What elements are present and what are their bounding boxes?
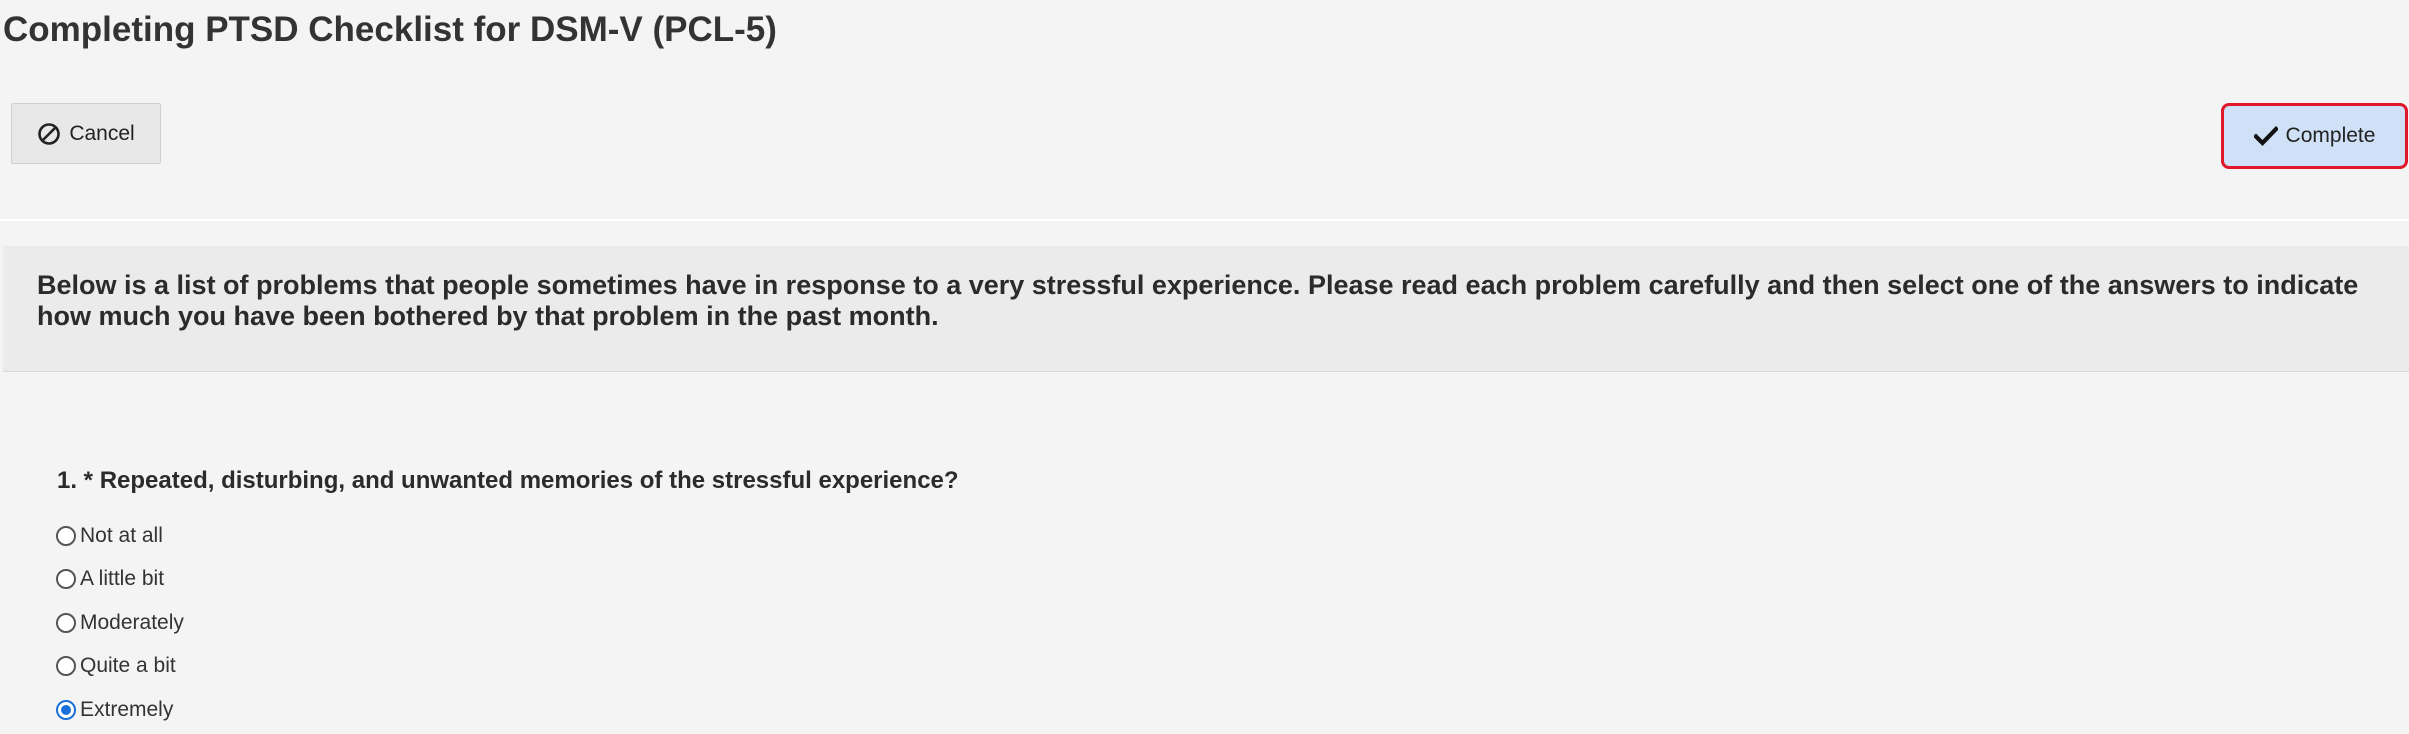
complete-button[interactable]: Complete xyxy=(2221,103,2408,169)
option-label: Quite a bit xyxy=(80,654,176,678)
radio-button[interactable] xyxy=(56,569,76,590)
ban-icon xyxy=(37,122,61,146)
option-not-at-all[interactable]: Not at all xyxy=(56,514,184,558)
radio-button[interactable] xyxy=(56,525,76,546)
instructions-text: Below is a list of problems that people … xyxy=(37,270,2359,331)
header-divider xyxy=(0,219,2409,221)
question-1-options: Not at all A little bit Moderately Quite… xyxy=(56,514,184,732)
cancel-button-label: Cancel xyxy=(69,121,135,145)
option-label: Moderately xyxy=(80,610,184,634)
toolbar: Cancel Complete xyxy=(0,0,2409,220)
option-label: Extremely xyxy=(80,697,174,721)
option-label: A little bit xyxy=(80,567,165,591)
option-moderately[interactable]: Moderately xyxy=(56,601,184,645)
cancel-button[interactable]: Cancel xyxy=(11,103,161,164)
checkmark-icon xyxy=(2253,126,2278,146)
radio-button[interactable] xyxy=(56,612,76,633)
radio-button-selected[interactable] xyxy=(56,699,76,720)
question-1-text: 1. * Repeated, disturbing, and unwanted … xyxy=(57,467,959,494)
option-extremely[interactable]: Extremely xyxy=(56,688,184,732)
instructions-panel: Below is a list of problems that people … xyxy=(3,246,2409,372)
option-a-little-bit[interactable]: A little bit xyxy=(56,558,184,602)
option-quite-a-bit[interactable]: Quite a bit xyxy=(56,645,184,689)
complete-button-label: Complete xyxy=(2285,124,2376,147)
radio-button[interactable] xyxy=(56,656,76,677)
option-label: Not at all xyxy=(80,523,163,547)
